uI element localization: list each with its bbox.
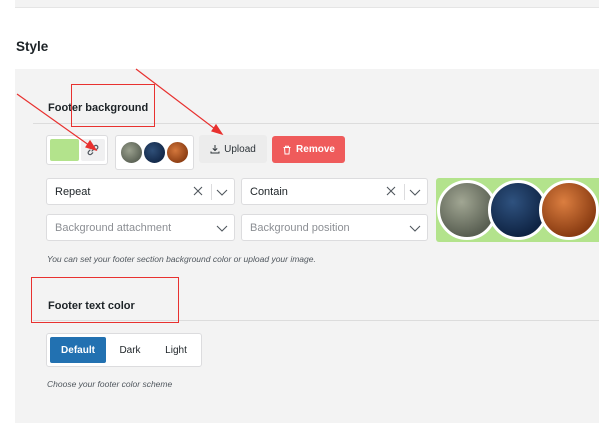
thumbnail-fabric-grey — [120, 141, 143, 164]
position-placeholder: Background position — [250, 222, 350, 234]
clear-icon[interactable] — [192, 185, 204, 197]
remove-button[interactable]: Remove — [272, 136, 345, 163]
preview-fabric-rust — [539, 180, 599, 240]
select-separator — [404, 184, 405, 200]
download-icon — [210, 145, 220, 154]
scheme-light-button[interactable]: Light — [153, 337, 199, 363]
thumbnail-fabric-navy — [143, 141, 166, 164]
background-preview — [436, 178, 599, 242]
annotation-box — [31, 277, 179, 323]
link-icon — [87, 144, 99, 156]
trash-icon — [283, 145, 291, 154]
footer-background-help: You can set your footer section backgrou… — [47, 254, 316, 264]
background-image-thumbnail[interactable] — [115, 135, 194, 170]
annotation-box — [71, 84, 155, 127]
chevron-down-icon[interactable] — [216, 187, 228, 197]
background-size-select[interactable]: Contain — [241, 178, 428, 205]
section-title: Style — [16, 39, 49, 54]
upload-button[interactable]: Upload — [199, 135, 267, 163]
footer-text-color-help: Choose your footer color scheme — [47, 379, 173, 389]
clear-icon[interactable] — [385, 185, 397, 197]
scheme-default-button[interactable]: Default — [50, 337, 106, 363]
scheme-dark-button[interactable]: Dark — [109, 337, 151, 363]
remove-label: Remove — [296, 144, 335, 155]
thumbnail-fabric-rust — [166, 141, 189, 164]
chevron-down-icon[interactable] — [409, 223, 421, 233]
chevron-down-icon[interactable] — [216, 223, 228, 233]
previous-section-card — [15, 0, 599, 8]
color-swatch[interactable] — [50, 139, 79, 161]
background-repeat-select[interactable]: Repeat — [46, 178, 235, 205]
footer-color-scheme-group: Default Dark Light — [46, 333, 202, 367]
link-button[interactable] — [81, 139, 105, 161]
background-attachment-select[interactable]: Background attachment — [46, 214, 235, 241]
color-picker[interactable] — [46, 135, 108, 165]
upload-label: Upload — [224, 143, 256, 155]
select-separator — [211, 184, 212, 200]
chevron-down-icon[interactable] — [409, 187, 421, 197]
background-position-select[interactable]: Background position — [241, 214, 428, 241]
repeat-value: Repeat — [55, 186, 91, 198]
attachment-placeholder: Background attachment — [55, 222, 172, 234]
size-value: Contain — [250, 186, 288, 198]
